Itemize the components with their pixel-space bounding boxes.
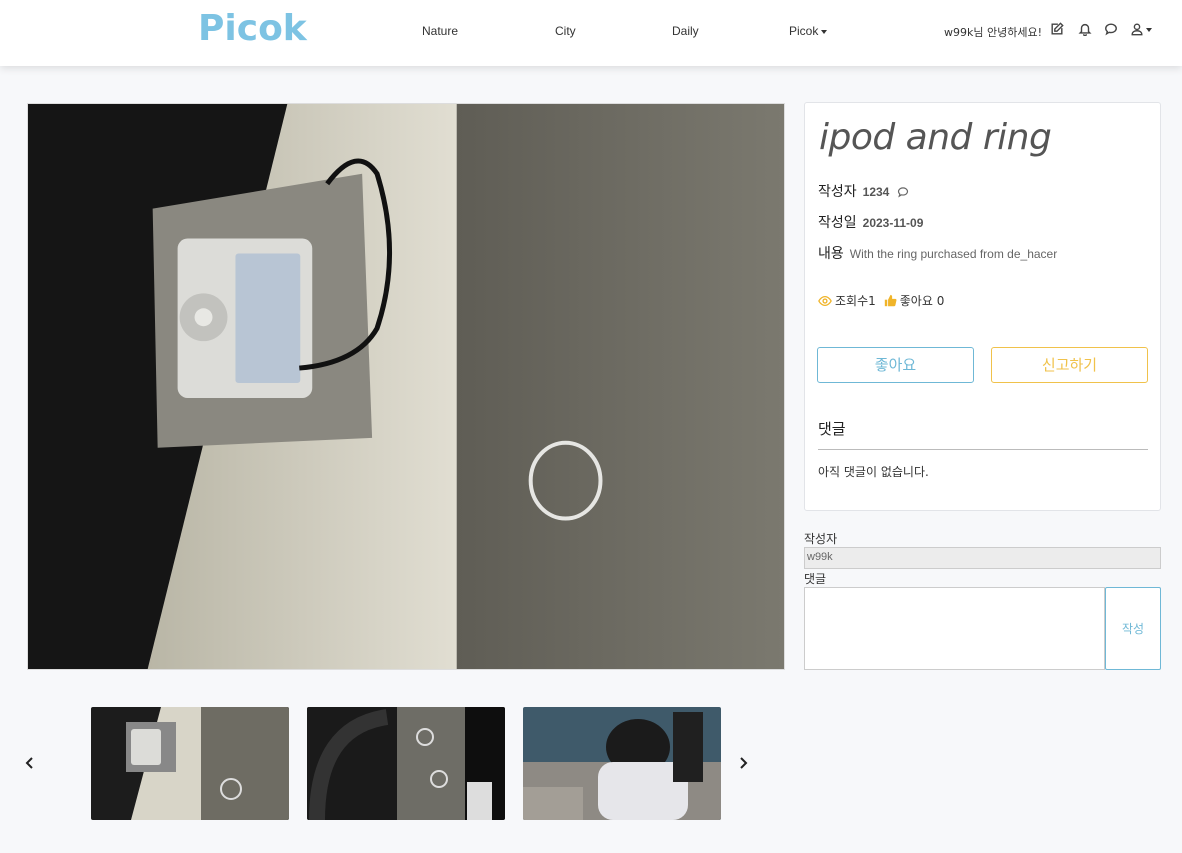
likes-count: 좋아요 0 xyxy=(899,294,945,308)
comment-author-field: w99k xyxy=(804,547,1161,569)
nav-city[interactable]: City xyxy=(555,24,576,38)
message-icon[interactable] xyxy=(897,186,909,198)
date-value: 2023-11-09 xyxy=(862,216,924,230)
comment-label: 댓글 xyxy=(804,572,827,586)
post-title: ipod and ring xyxy=(819,117,1052,158)
nav-picok-dropdown[interactable]: Picok xyxy=(789,24,828,38)
user-menu[interactable] xyxy=(1130,22,1156,38)
report-button[interactable]: 신고하기 xyxy=(991,347,1148,383)
nav-daily[interactable]: Daily xyxy=(672,24,699,38)
views-count: 조회수1 xyxy=(835,294,876,308)
thumbs-up-icon xyxy=(884,294,897,307)
thumbnail-3[interactable] xyxy=(523,707,721,820)
post-info-card: ipod and ring 작성자 1234 작성일 2023-11-09 내용 Wi… xyxy=(804,102,1161,511)
chevron-down-icon xyxy=(1146,28,1152,32)
comment-textarea[interactable] xyxy=(804,587,1105,670)
post-stats: 조회수1 좋아요 0 xyxy=(818,292,944,309)
chat-icon[interactable] xyxy=(1104,22,1120,38)
author-value[interactable]: 1234 xyxy=(863,185,890,199)
edit-icon[interactable] xyxy=(1050,22,1066,38)
empty-comments-message: 아직 댓글이 없습니다. xyxy=(818,465,929,479)
chevron-right-icon xyxy=(740,757,748,769)
chevron-down-icon xyxy=(821,29,828,34)
comment-author-label: 작성자 xyxy=(804,532,838,546)
site-logo[interactable]: Picok xyxy=(198,8,307,49)
comments-divider xyxy=(818,449,1148,450)
content-row: 내용 With the ring purchased from de_hacer xyxy=(818,243,1057,263)
carousel-prev-button[interactable] xyxy=(23,755,37,771)
greeting-text: w99k님 안녕하세요! xyxy=(944,26,1042,39)
bell-icon[interactable] xyxy=(1078,22,1094,38)
eye-icon xyxy=(818,295,832,306)
author-label: 작성자 xyxy=(818,184,857,200)
author-row: 작성자 1234 xyxy=(818,181,909,201)
thumbnail-1[interactable] xyxy=(91,707,289,820)
top-navbar: Picok Nature City Daily Picok w99k님 안녕하세… xyxy=(0,0,1182,66)
nav-nature[interactable]: Nature xyxy=(422,24,458,38)
like-button[interactable]: 좋아요 xyxy=(817,347,974,383)
date-row: 작성일 2023-11-09 xyxy=(818,212,923,232)
content-label: 내용 xyxy=(818,246,844,262)
nav-picok-label: Picok xyxy=(789,24,819,38)
date-label: 작성일 xyxy=(818,215,857,231)
comments-heading: 댓글 xyxy=(818,420,846,438)
chevron-left-icon xyxy=(25,757,33,769)
carousel-next-button[interactable] xyxy=(736,755,750,771)
thumbnail-2[interactable] xyxy=(307,707,505,820)
comment-submit-button[interactable]: 작성 xyxy=(1105,587,1161,670)
main-post-image xyxy=(27,103,785,670)
user-icon xyxy=(1131,23,1143,36)
content-value: With the ring purchased from de_hacer xyxy=(849,247,1058,261)
